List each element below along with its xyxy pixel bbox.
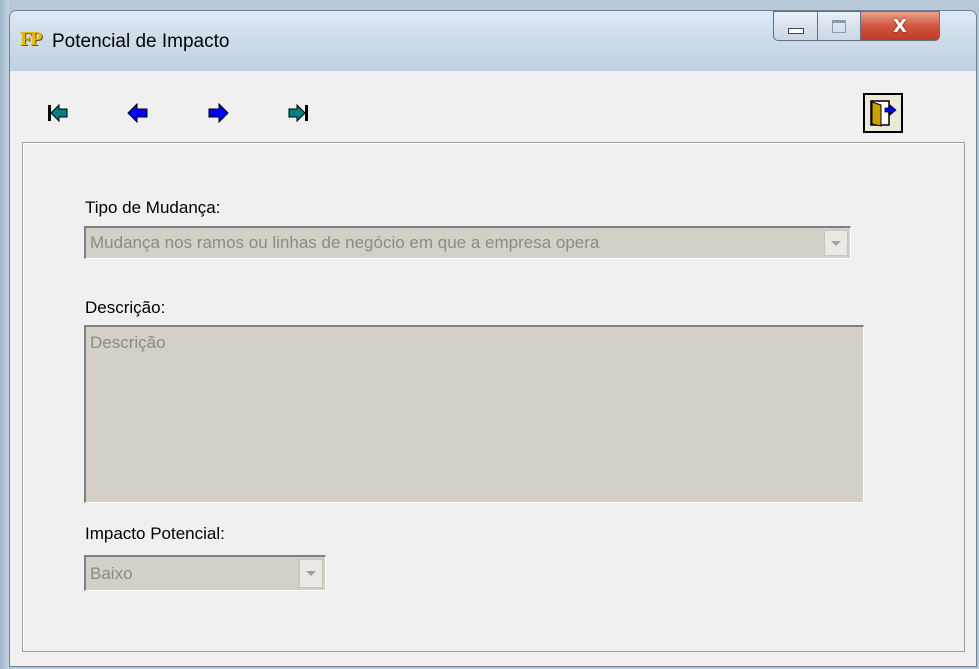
last-record-button[interactable]: [283, 100, 313, 126]
impacto-potencial-select[interactable]: Baixo: [84, 555, 326, 591]
chevron-down-icon: [306, 571, 316, 576]
arrow-left-icon: [127, 103, 148, 123]
tipo-mudanca-value: Mudança nos ramos ou linhas de negócio e…: [90, 233, 600, 252]
descricao-placeholder: Descrição: [90, 333, 166, 352]
descricao-label: Descrição:: [85, 298, 166, 317]
tipo-mudanca-select[interactable]: Mudança nos ramos ou linhas de negócio e…: [84, 226, 851, 259]
impacto-potencial-value: Baixo: [90, 564, 133, 583]
close-icon: X: [893, 15, 907, 37]
maximize-button: [817, 11, 861, 41]
maximize-icon: [832, 19, 846, 33]
exit-door-icon: [870, 100, 897, 127]
arrow-right-icon: [208, 103, 229, 123]
tipo-mudanca-label: Tipo de Mudança:: [85, 198, 221, 217]
first-record-button[interactable]: [43, 100, 73, 126]
arrow-first-icon: [48, 103, 68, 123]
chevron-down-icon: [831, 240, 841, 246]
impacto-potencial-label: Impacto Potencial:: [85, 524, 225, 543]
minimize-icon: [787, 28, 804, 34]
tipo-dropdown-button[interactable]: [824, 230, 848, 256]
next-record-button[interactable]: [203, 100, 233, 126]
title-bar[interactable]: FP Potencial de Impacto X: [10, 11, 976, 71]
close-button[interactable]: X: [860, 11, 940, 41]
form-panel: Tipo de Mudança: Mudança nos ramos ou li…: [22, 142, 965, 652]
arrow-last-icon: [288, 103, 308, 123]
app-logo-icon: FP: [20, 28, 42, 50]
window-title: Potencial de Impacto: [52, 31, 230, 52]
impacto-dropdown-button[interactable]: [299, 559, 323, 588]
desktop-background: [0, 0, 9, 669]
navigation-toolbar: [10, 71, 976, 143]
descricao-textarea[interactable]: Descrição: [84, 325, 864, 503]
dialog-window: FP Potencial de Impacto X Tipo de Mudanç…: [9, 10, 977, 667]
previous-record-button[interactable]: [123, 100, 153, 126]
exit-button[interactable]: [863, 93, 903, 133]
minimize-button[interactable]: [773, 11, 818, 41]
